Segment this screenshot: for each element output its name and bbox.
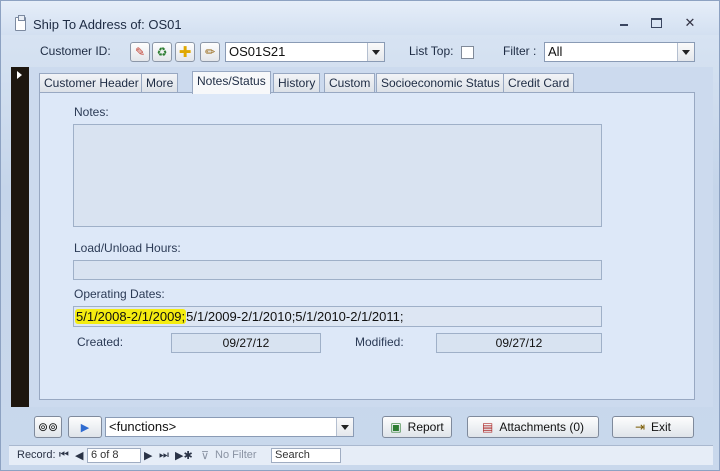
tab-socioeconomic-status[interactable]: Socioeconomic Status — [376, 73, 505, 93]
filter-label: Filter : — [503, 44, 537, 58]
add-icon: ✚ — [178, 44, 192, 61]
binoculars-icon: ⊚⊚ — [37, 420, 59, 434]
tab-notes-status[interactable]: Notes/Status — [192, 71, 271, 94]
tab-customer-header[interactable]: Customer Header — [39, 73, 144, 93]
exit-door-icon: ⇥ — [634, 420, 646, 434]
customer-id-label: Customer ID: — [40, 44, 111, 58]
edit-customer-button[interactable]: ✎ — [130, 42, 150, 62]
filter-value: All — [548, 44, 563, 59]
record-selector[interactable] — [11, 67, 29, 407]
rename-customer-button[interactable]: ✏ — [200, 42, 220, 62]
no-filter-label[interactable]: No Filter — [215, 449, 257, 461]
filter-funnel-icon: ⊽ — [201, 450, 210, 462]
minimize-button[interactable] — [613, 15, 635, 31]
list-top-label: List Top: — [409, 44, 454, 58]
operating-dates-label: Operating Dates: — [74, 287, 165, 301]
chevron-down-icon[interactable] — [677, 43, 694, 61]
edit-icon: ✎ — [134, 45, 146, 59]
delete-customer-button[interactable]: ♻ — [152, 42, 172, 62]
operating-dates-highlight: 5/1/2008-2/1/2009; — [75, 309, 187, 324]
functions-combo[interactable]: <functions> — [105, 417, 354, 437]
next-record-icon[interactable]: ▶ — [144, 449, 152, 462]
first-record-icon[interactable]: ⏮ — [59, 449, 69, 462]
play-icon: ▶ — [80, 421, 90, 434]
chevron-down-icon[interactable] — [367, 43, 384, 61]
report-icon: ▣ — [390, 420, 402, 434]
filter-combo[interactable]: All — [544, 42, 695, 62]
operating-dates-field[interactable]: 5/1/2008-2/1/2009;5/1/2009-2/1/2010;5/1/… — [73, 306, 602, 327]
load-hours-field[interactable] — [73, 260, 602, 280]
delete-icon: ♻ — [156, 45, 168, 59]
notes-label: Notes: — [74, 105, 109, 119]
window-title: Ship To Address of: OS01 — [33, 17, 182, 32]
record-position-field[interactable]: 6 of 8 — [87, 448, 141, 463]
attachments-button[interactable]: ▤ Attachments (0) — [467, 416, 599, 438]
report-button[interactable]: ▣ Report — [382, 416, 452, 438]
new-record-icon[interactable]: ▶✱ — [175, 449, 193, 462]
functions-value: <functions> — [109, 419, 177, 434]
main-window: Ship To Address of: OS01 ✕ Customer ID: … — [0, 0, 720, 471]
find-button[interactable]: ⊚⊚ — [34, 416, 62, 438]
last-record-icon[interactable]: ⏭ — [159, 449, 169, 462]
exit-button[interactable]: ⇥ Exit — [612, 416, 694, 438]
exit-button-label: Exit — [651, 420, 672, 434]
search-input[interactable]: Search — [271, 448, 341, 463]
record-navigation-bar: Record: ⏮ ◀ 6 of 8 ▶ ⏭ ▶✱ ⊽ No Filter Se… — [9, 445, 713, 465]
maximize-button[interactable] — [645, 15, 667, 31]
attachments-button-label: Attachments (0) — [499, 420, 585, 434]
report-button-label: Report — [407, 420, 444, 434]
previous-record-icon[interactable]: ◀ — [75, 449, 83, 462]
notes-field[interactable] — [73, 124, 602, 227]
attachments-icon: ▤ — [481, 420, 494, 434]
chevron-down-icon[interactable] — [336, 418, 353, 436]
customer-id-value: OS01S21 — [229, 44, 286, 59]
list-top-checkbox[interactable] — [461, 46, 474, 59]
created-field[interactable]: 09/27/12 — [171, 333, 321, 353]
modified-label: Modified: — [355, 335, 404, 349]
load-hours-label: Load/Unload Hours: — [74, 241, 181, 255]
operating-dates-rest: 5/1/2009-2/1/2010;5/1/2010-2/1/2011; — [186, 309, 404, 324]
run-button[interactable]: ▶ — [68, 416, 102, 438]
tab-history[interactable]: History — [273, 73, 321, 93]
tab-custom[interactable]: Custom — [324, 73, 376, 93]
record-label: Record: — [17, 449, 56, 461]
customer-id-combo[interactable]: OS01S21 — [225, 42, 385, 62]
created-label: Created: — [77, 335, 124, 349]
add-customer-button[interactable]: ✚ — [175, 42, 195, 62]
modified-field[interactable]: 09/27/12 — [436, 333, 602, 353]
form-icon — [15, 15, 26, 31]
pencil-icon: ✏ — [204, 45, 216, 59]
tab-credit-card[interactable]: Credit Card — [503, 73, 575, 93]
tab-more[interactable]: More — [141, 73, 179, 93]
close-button[interactable]: ✕ — [679, 15, 701, 31]
title-bar: Ship To Address of: OS01 ✕ — [1, 1, 719, 35]
